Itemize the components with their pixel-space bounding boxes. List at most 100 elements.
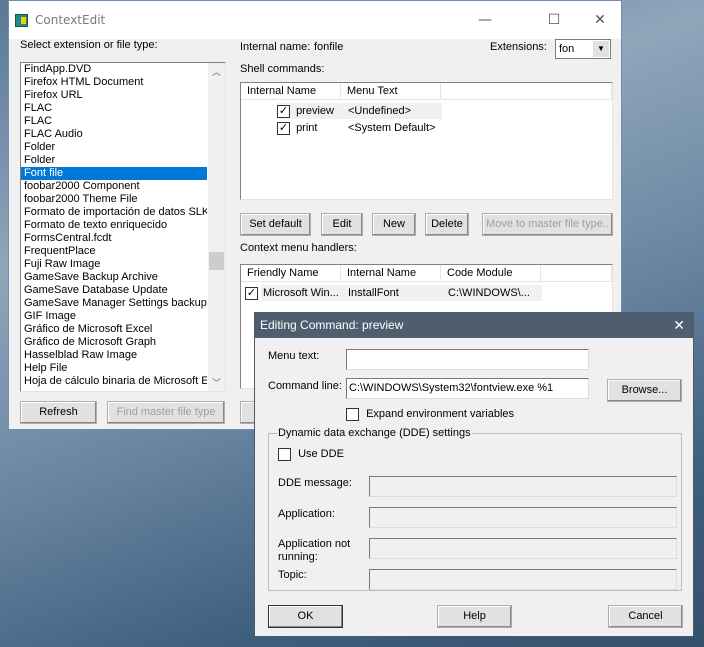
checkbox-checked-icon[interactable]: ✓ xyxy=(277,121,290,135)
row-name: print xyxy=(296,122,318,134)
move-to-master-button[interactable]: Move to master file type.. xyxy=(482,213,613,236)
file-type-item[interactable]: FindApp.DVD xyxy=(21,63,207,76)
file-type-item[interactable]: foobar2000 Theme File xyxy=(21,193,207,206)
find-master-button[interactable]: Find master file type xyxy=(107,401,225,424)
file-type-item[interactable]: GIF Image xyxy=(21,310,207,323)
dde-group-label: Dynamic data exchange (DDE) settings xyxy=(277,427,472,439)
file-type-item[interactable]: GameSave Manager Settings backup xyxy=(21,297,207,310)
use-dde-checkbox[interactable]: Use DDE xyxy=(278,448,344,461)
file-type-item[interactable]: Firefox URL xyxy=(21,89,207,102)
file-type-item[interactable]: FLAC xyxy=(21,115,207,128)
chevron-down-icon[interactable]: ▼ xyxy=(593,41,609,57)
topic-label: Topic: xyxy=(278,569,307,581)
file-type-item[interactable]: Hasselblad Raw Image xyxy=(21,349,207,362)
file-type-item[interactable]: FLAC Audio xyxy=(21,128,207,141)
checkbox-unchecked-icon[interactable] xyxy=(346,408,359,421)
expand-env-checkbox[interactable]: Expand environment variables xyxy=(346,408,514,421)
app-not-running-input[interactable] xyxy=(369,538,677,559)
internal-name-value: fonfile xyxy=(314,41,344,53)
file-type-item[interactable]: Folder xyxy=(21,154,207,167)
row-code-module: C:\WINDOWS\... xyxy=(441,285,542,301)
column-internal-name[interactable]: Internal Name xyxy=(341,265,441,282)
expand-env-label: Expand environment variables xyxy=(366,408,515,421)
column-filler xyxy=(541,265,612,282)
dde-message-input[interactable] xyxy=(369,476,677,497)
editing-command-dialog: Editing Command: preview ✕ Menu text: Co… xyxy=(254,312,694,637)
list-scrollbar[interactable]: ︿ ﹀ xyxy=(208,63,225,391)
app-not-running-label: Application not running: xyxy=(278,538,351,563)
checkbox-unchecked-icon[interactable] xyxy=(278,448,291,461)
extensions-dropdown[interactable]: fon ▼ xyxy=(555,39,611,59)
window-title: ContextEdit xyxy=(35,13,106,27)
file-type-item[interactable]: Fuji Raw Image xyxy=(21,258,207,271)
close-icon[interactable]: ✕ xyxy=(673,313,685,338)
help-button[interactable]: Help xyxy=(437,605,512,628)
extensions-value: fon xyxy=(559,43,575,55)
close-button[interactable]: ✕ xyxy=(577,7,623,33)
scroll-thumb[interactable] xyxy=(209,252,224,270)
cancel-button[interactable]: Cancel xyxy=(608,605,683,628)
file-type-item[interactable]: Folder xyxy=(21,141,207,154)
app-icon xyxy=(15,14,28,27)
row-friendly-name: Microsoft Win... xyxy=(261,285,341,301)
dialog-title: Editing Command: preview xyxy=(260,318,404,332)
context-handlers-label: Context menu handlers: xyxy=(240,242,357,254)
file-type-item[interactable]: GameSave Backup Archive xyxy=(21,271,207,284)
column-friendly-name[interactable]: Friendly Name xyxy=(241,265,341,282)
scroll-up-icon[interactable]: ︿ xyxy=(208,65,225,78)
use-dde-label: Use DDE xyxy=(298,448,344,461)
checkbox-checked-icon[interactable]: ✓ xyxy=(277,104,290,118)
edit-button[interactable]: Edit xyxy=(321,213,363,236)
column-code-module[interactable]: Code Module xyxy=(441,265,541,282)
file-type-item[interactable]: Gráfico de Microsoft Excel xyxy=(21,323,207,336)
file-type-item[interactable]: Gráfico de Microsoft Graph xyxy=(21,336,207,349)
application-label: Application: xyxy=(278,508,335,520)
shell-row-preview[interactable]: ✓ preview <Undefined> xyxy=(277,103,442,119)
file-type-item[interactable]: Firefox HTML Document xyxy=(21,76,207,89)
topic-input[interactable] xyxy=(369,569,677,590)
shell-commands-list[interactable]: Internal Name Menu Text ✓ preview <Undef… xyxy=(240,82,613,200)
row-name: preview xyxy=(296,105,334,117)
file-type-item[interactable]: foobar2000 Component xyxy=(21,180,207,193)
file-type-list[interactable]: FindApp.DVD Firefox HTML Document Firefox … xyxy=(20,62,226,392)
scroll-down-icon[interactable]: ﹀ xyxy=(208,376,225,389)
dialog-title-bar: Editing Command: preview ✕ xyxy=(255,313,693,338)
extensions-label: Extensions: xyxy=(490,41,547,53)
row-menu-text: <System Default> xyxy=(348,122,436,134)
file-type-item[interactable]: FormsCentral.fcdt xyxy=(21,232,207,245)
refresh-button[interactable]: Refresh xyxy=(20,401,97,424)
column-internal-name[interactable]: Internal Name xyxy=(241,83,341,100)
menu-text-label: Menu text: xyxy=(268,350,320,362)
file-type-item[interactable]: Help File xyxy=(21,362,207,375)
handler-row[interactable]: ✓ Microsoft Win... InstallFont C:\WINDOW… xyxy=(245,285,542,301)
internal-name-label: Internal name: xyxy=(240,41,311,53)
row-internal-name: InstallFont xyxy=(341,285,441,301)
column-menu-text[interactable]: Menu Text xyxy=(341,83,441,100)
new-button[interactable]: New xyxy=(372,213,416,236)
file-type-item[interactable]: FLAC xyxy=(21,102,207,115)
dde-settings-group: Dynamic data exchange (DDE) settings Use… xyxy=(268,427,682,591)
shell-row-print[interactable]: ✓ print <System Default> xyxy=(277,120,442,136)
menu-text-input[interactable] xyxy=(346,349,589,370)
file-type-item[interactable]: Formato de importación de datos SLK de xyxy=(21,206,207,219)
ok-button[interactable]: OK xyxy=(268,605,343,628)
shell-commands-label: Shell commands: xyxy=(240,63,325,75)
minimize-button[interactable]: — xyxy=(462,7,508,33)
command-line-label: Command line: xyxy=(268,380,342,392)
delete-button[interactable]: Delete xyxy=(425,213,469,236)
application-input[interactable] xyxy=(369,507,677,528)
file-type-item[interactable]: Formato de texto enriquecido xyxy=(21,219,207,232)
set-default-button[interactable]: Set default xyxy=(240,213,311,236)
maximize-button[interactable]: ☐ xyxy=(531,7,577,33)
checkbox-checked-icon[interactable]: ✓ xyxy=(245,286,258,300)
file-type-item[interactable]: GameSave Database Update xyxy=(21,284,207,297)
select-type-label: Select extension or file type: xyxy=(20,39,158,51)
file-type-item[interactable]: Font file xyxy=(21,167,207,180)
browse-button[interactable]: Browse... xyxy=(607,379,682,402)
row-menu-text: <Undefined> xyxy=(348,105,411,117)
command-line-input[interactable]: C:\WINDOWS\System32\fontview.exe %1 xyxy=(346,378,589,399)
dde-message-label: DDE message: xyxy=(278,477,352,489)
title-bar: ContextEdit — ☐ ✕ xyxy=(9,1,621,39)
file-type-item[interactable]: Hoja de cálculo binaria de Microsoft Exc… xyxy=(21,375,207,388)
file-type-item[interactable]: FrequentPlace xyxy=(21,245,207,258)
